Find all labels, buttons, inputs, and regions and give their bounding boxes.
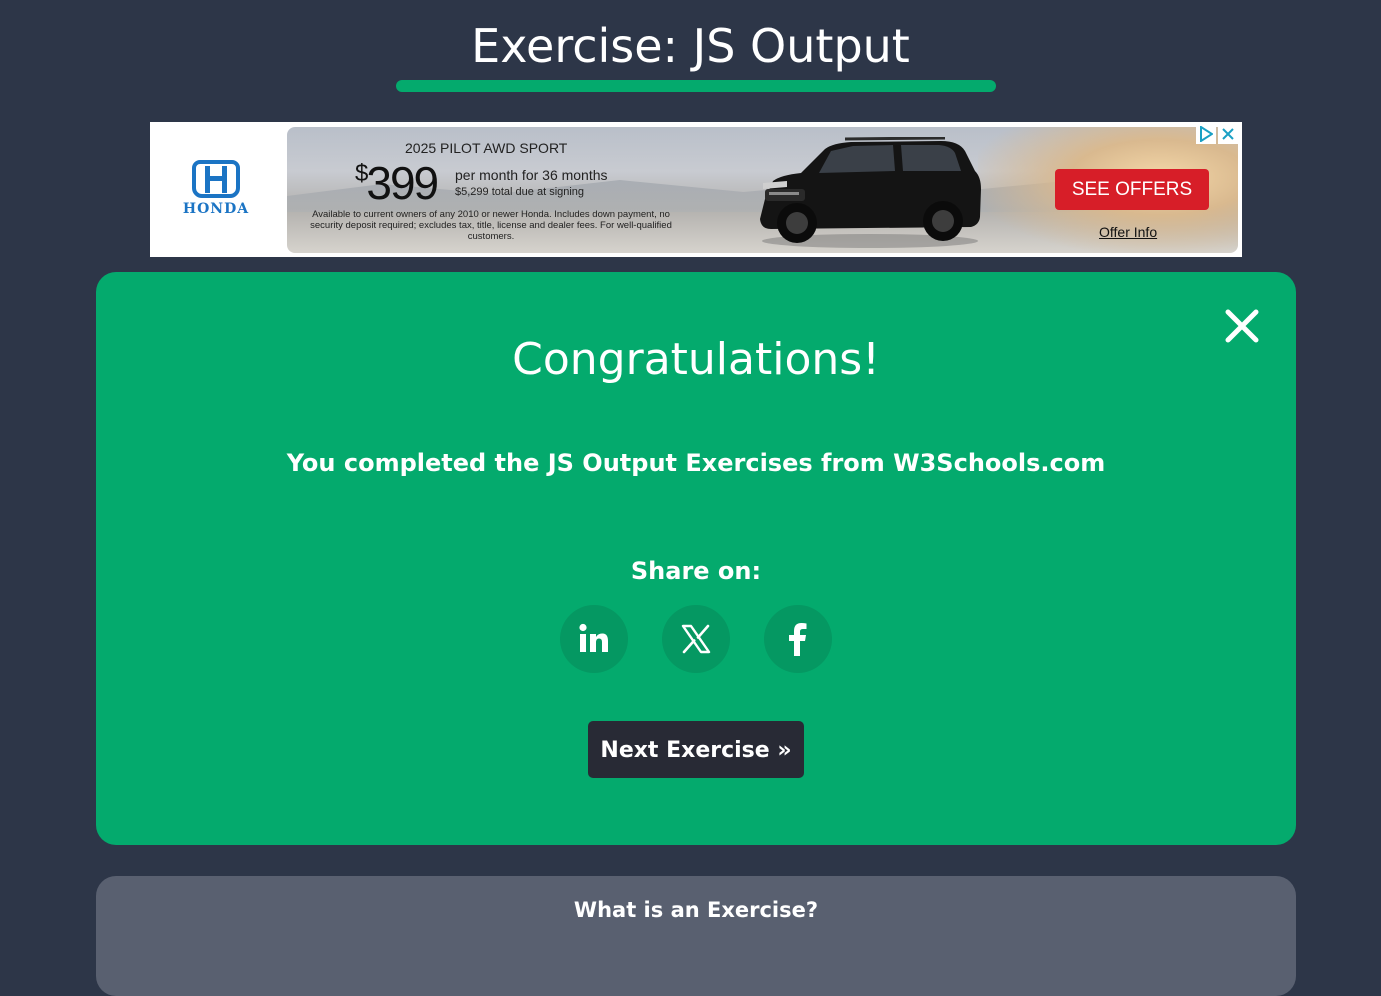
share-facebook-button[interactable] <box>764 605 832 673</box>
ad-choices[interactable] <box>1196 124 1238 144</box>
next-exercise-button[interactable]: Next Exercise » <box>588 721 804 778</box>
adchoices-icon[interactable] <box>1196 124 1216 144</box>
linkedin-icon <box>579 623 608 652</box>
car-image <box>760 137 981 248</box>
ad-price-symbol: $ <box>355 160 368 187</box>
what-is-exercise-title: What is an Exercise? <box>573 898 819 922</box>
ad-fine-print: Available to current owners of any 2010 … <box>310 209 672 242</box>
ad-banner[interactable]: 2025 PILOT AWD SPORT $399 per month for … <box>287 127 1238 253</box>
ad-price: $399 <box>355 157 439 209</box>
page-title: Exercise: JS Output <box>471 19 910 73</box>
facebook-icon <box>789 623 807 656</box>
ad-term: per month for 36 months <box>455 167 608 183</box>
x-icon <box>681 624 711 654</box>
see-offers-button[interactable]: SEE OFFERS <box>1055 169 1209 210</box>
what-is-exercise-box: What is an Exercise? <box>96 876 1296 996</box>
ad-brand: HONDA <box>182 201 250 217</box>
share-label: Share on: <box>630 557 762 585</box>
title-underline <box>396 80 996 92</box>
honda-logo: HONDA <box>170 160 262 220</box>
ad-due-at-signing: $5,299 total due at signing <box>455 186 585 198</box>
share-linkedin-button[interactable] <box>560 605 628 673</box>
congratulations-panel: Congratulations! You completed the JS Ou… <box>96 272 1296 845</box>
ad-price-value: 399 <box>366 157 439 209</box>
completion-message: You completed the JS Output Exercises fr… <box>286 449 1106 477</box>
advertisement[interactable]: HONDA 2025 PILOT AWD SPORT $399 per mont… <box>150 122 1242 257</box>
ad-model: 2025 PILOT AWD SPORT <box>405 140 568 156</box>
congratulations-title: Congratulations! <box>512 334 880 385</box>
honda-h-icon <box>192 160 240 198</box>
offer-info-link[interactable]: Offer Info <box>1099 224 1157 240</box>
ad-close-icon[interactable] <box>1218 124 1238 144</box>
share-x-button[interactable] <box>662 605 730 673</box>
